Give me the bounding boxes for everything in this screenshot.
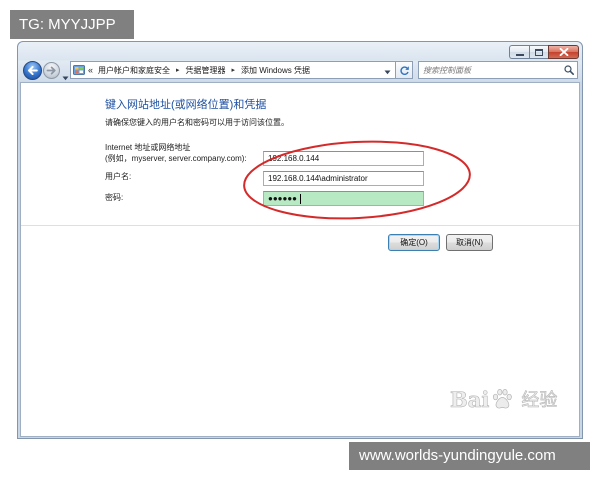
minimize-button[interactable] [509, 45, 529, 59]
search-box[interactable] [418, 61, 578, 79]
username-label: 用户名: [105, 172, 132, 181]
cancel-button[interactable]: 取消(N) [446, 234, 493, 251]
network-address-label: Internet 地址或网络地址 [105, 143, 191, 152]
password-label: 密码: [105, 193, 124, 202]
watermark-bottom-right: www.worlds-yundingyule.com [349, 442, 590, 470]
back-button[interactable] [23, 61, 42, 80]
back-arrow-icon [28, 66, 38, 75]
page-description: 请确保您键入的用户名和密码可以用于访问该位置。 [105, 118, 289, 127]
text-caret [300, 194, 301, 204]
search-input[interactable] [421, 63, 559, 77]
breadcrumb-item-user-accounts[interactable]: 用户帐户和家庭安全 [98, 65, 170, 76]
baidu-watermark-suffix: 经验 [521, 390, 558, 412]
minimize-icon [515, 53, 524, 56]
breadcrumb-separator[interactable]: ▸ [176, 66, 180, 74]
credential-manager-window: « 用户帐户和家庭安全 ▸ 凭据管理器 ▸ 添加 Windows 凭据 键入网站… [17, 41, 583, 439]
username-field[interactable] [263, 171, 424, 186]
search-icon[interactable] [564, 65, 574, 75]
breadcrumb-item-credential-manager[interactable]: 凭据管理器 [186, 65, 226, 76]
breadcrumb-item-add-windows-credential[interactable]: 添加 Windows 凭据 [241, 65, 310, 76]
maximize-button[interactable] [529, 45, 548, 59]
network-address-field[interactable] [263, 151, 424, 166]
address-history-button[interactable] [384, 68, 391, 75]
baidu-paw-icon [493, 389, 513, 409]
page-title: 键入网站地址(或网络位置)和凭据 [105, 99, 267, 111]
ok-button[interactable]: 确定(O) [388, 234, 440, 251]
breadcrumb-overflow[interactable]: « [88, 65, 93, 75]
recent-pages-button[interactable] [62, 68, 69, 81]
chevron-down-icon [62, 76, 69, 81]
address-bar[interactable]: « 用户帐户和家庭安全 ▸ 凭据管理器 ▸ 添加 Windows 凭据 [70, 61, 396, 79]
forward-button[interactable] [43, 62, 60, 79]
baidu-jingyan-watermark: Bai 经验 [450, 386, 558, 412]
forward-arrow-icon [46, 66, 56, 75]
watermark-top-left: TG: MYYJJPP [10, 10, 134, 39]
maximize-icon [535, 48, 543, 56]
close-button[interactable] [548, 45, 579, 59]
divider [21, 225, 579, 226]
refresh-button[interactable] [396, 61, 413, 79]
baidu-watermark-prefix: Bai [450, 386, 490, 412]
close-icon [559, 48, 568, 56]
network-address-example: (例如，myserver, server.company.com): [105, 154, 247, 163]
control-panel-icon [73, 65, 85, 75]
refresh-icon [399, 65, 409, 75]
chevron-down-icon [384, 70, 391, 75]
content-panel: 键入网站地址(或网络位置)和凭据 请确保您键入的用户名和密码可以用于访问该位置。… [20, 82, 580, 437]
password-field[interactable] [263, 191, 424, 206]
breadcrumb-separator[interactable]: ▸ [232, 66, 236, 74]
